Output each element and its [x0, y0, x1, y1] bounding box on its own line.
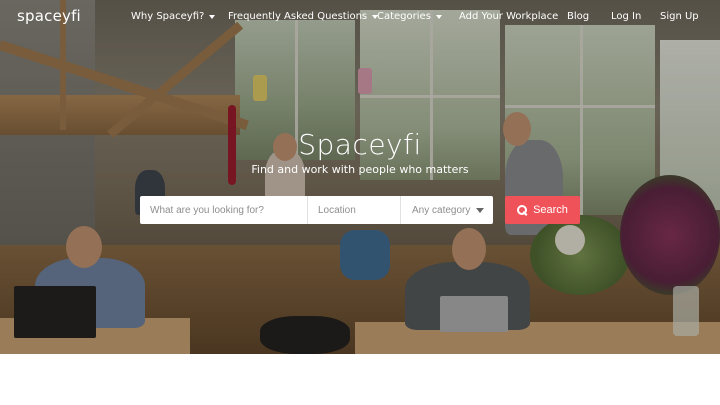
nav-item-log-in[interactable]: Log In	[611, 11, 641, 22]
chevron-down-icon	[209, 15, 216, 19]
location-input[interactable]	[308, 196, 401, 224]
nav-item-label: Blog	[567, 11, 590, 22]
search-form: Any category	[140, 196, 493, 224]
nav-item-label: Log In	[611, 11, 642, 22]
chevron-down-icon	[476, 207, 484, 213]
nav-item-blog[interactable]: Blog	[567, 11, 589, 22]
search-button-label: Search	[533, 204, 568, 216]
nav-item-label: Why Spaceyfi?	[131, 11, 205, 22]
search-button[interactable]: Search	[505, 196, 580, 224]
nav-item-label: Sign Up	[660, 11, 699, 22]
nav-item-categories[interactable]: Categories	[377, 11, 442, 22]
nav-item-label: Add Your Workplace	[459, 11, 559, 22]
nav-item-label: Frequently Asked Questions	[228, 11, 368, 22]
nav-item-add-workplace[interactable]: Add Your Workplace	[459, 11, 558, 22]
brand-logo[interactable]: spaceyfi	[17, 7, 81, 25]
top-navbar: spaceyfi Why Spaceyfi? Frequently Asked …	[0, 0, 720, 34]
category-select-value: Any category	[412, 204, 471, 216]
chevron-down-icon	[435, 15, 442, 19]
hero-title: Spaceyfi	[298, 128, 422, 161]
hero-subtitle: Find and work with people who matters	[251, 163, 469, 176]
nav-item-sign-up[interactable]: Sign Up	[660, 11, 699, 22]
what-search-input[interactable]	[140, 196, 308, 224]
nav-item-faq[interactable]: Frequently Asked Questions	[228, 11, 379, 22]
search-icon	[517, 205, 528, 215]
hero-background-photo	[0, 0, 720, 354]
nav-item-label: Categories	[377, 11, 431, 22]
nav-item-why-spaceyfi[interactable]: Why Spaceyfi?	[131, 11, 216, 22]
category-select[interactable]: Any category	[401, 196, 493, 224]
